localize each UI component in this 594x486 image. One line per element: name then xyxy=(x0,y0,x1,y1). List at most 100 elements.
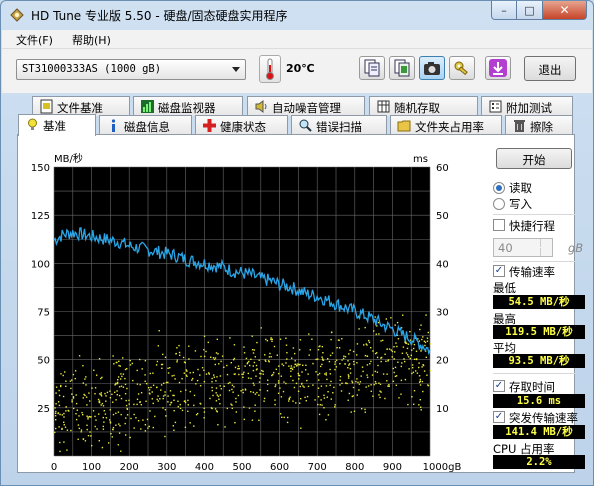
minimize-button[interactable]: – xyxy=(491,1,517,20)
access-time-point xyxy=(258,359,260,361)
access-time-point xyxy=(183,372,185,374)
access-time-point xyxy=(329,368,331,371)
access-time-point xyxy=(122,357,124,359)
access-time-point xyxy=(192,371,194,374)
tab-extra-tests[interactable]: 附加测试 xyxy=(481,96,573,116)
access-time-point xyxy=(406,354,409,356)
access-time-point xyxy=(344,363,346,365)
copy-text-button[interactable] xyxy=(359,56,385,80)
access-time-point xyxy=(312,384,314,386)
spin-down-icon[interactable] xyxy=(540,248,552,256)
read-radio[interactable] xyxy=(493,182,505,194)
access-time-point xyxy=(88,392,90,394)
tab-folder-usage[interactable]: 文件夹占用率 xyxy=(390,115,502,135)
access-time-point xyxy=(150,386,152,389)
exit-button[interactable]: 退出 xyxy=(524,56,576,81)
access-time-point xyxy=(126,407,128,410)
write-radio[interactable] xyxy=(493,198,505,210)
access-time-point xyxy=(334,363,336,365)
access-time-point xyxy=(339,384,341,386)
tab-benchmark[interactable]: 基准 xyxy=(18,114,96,136)
drive-select[interactable]: ST31000333AS (1000 gB) xyxy=(16,59,246,80)
access-time-point xyxy=(91,387,93,389)
access-time-point xyxy=(375,333,377,335)
access-time-point xyxy=(213,358,216,361)
access-time-point xyxy=(370,347,372,349)
access-time-point xyxy=(240,390,242,392)
access-time-point xyxy=(427,331,429,334)
transfer-rate-checkbox[interactable]: ✓ xyxy=(493,265,505,277)
access-time-point xyxy=(227,382,230,385)
tab-disk-info[interactable]: 磁盘信息 xyxy=(99,115,192,135)
access-time-point xyxy=(223,366,225,368)
tab-noise-management[interactable]: 自动噪音管理 xyxy=(247,96,365,116)
access-time-point xyxy=(325,385,328,387)
access-time-point xyxy=(157,345,159,347)
title-bar[interactable]: HD Tune 专业版 5.50 - 硬盘/固态硬盘实用程序 – □ ✕ xyxy=(1,1,593,29)
access-time-point xyxy=(254,404,256,406)
access-time-point xyxy=(419,328,421,331)
access-time-point xyxy=(219,375,222,377)
menu-help[interactable]: 帮助(H) xyxy=(72,32,111,48)
access-time-point xyxy=(120,385,123,387)
access-time-point xyxy=(288,400,290,402)
access-time-checkbox[interactable]: ✓ xyxy=(493,380,505,392)
access-time-point xyxy=(133,427,135,429)
quick-stroke-checkbox[interactable] xyxy=(493,219,505,231)
access-time-point xyxy=(193,394,196,397)
access-time-point xyxy=(290,375,292,377)
access-time-point xyxy=(100,395,103,397)
access-time-point xyxy=(280,396,283,398)
access-time-point xyxy=(237,368,239,370)
access-time-point xyxy=(318,345,320,348)
access-time-point xyxy=(411,396,413,398)
tab-erase[interactable]: 擦除 xyxy=(505,115,573,135)
burst-rate-checkbox[interactable]: ✓ xyxy=(493,411,505,423)
access-time-point xyxy=(423,370,426,372)
access-time-point xyxy=(299,349,301,351)
access-time-point xyxy=(125,399,127,402)
access-time-point xyxy=(271,374,273,377)
menu-file[interactable]: 文件(F) xyxy=(16,32,53,48)
access-time-point xyxy=(215,380,217,382)
access-time-point xyxy=(71,399,73,401)
quick-stroke-input[interactable]: 40 xyxy=(493,238,553,257)
access-time-point xyxy=(243,406,245,408)
access-time-point xyxy=(105,395,107,397)
start-button[interactable]: 开始 xyxy=(496,148,572,169)
access-time-point xyxy=(299,385,301,388)
access-time-point xyxy=(152,372,154,374)
access-time-point xyxy=(286,358,288,360)
access-time-point xyxy=(299,402,301,404)
tab-disk-monitor[interactable]: 磁盘监视器 xyxy=(133,96,243,116)
tab-label: 附加测试 xyxy=(506,101,552,115)
access-time-point xyxy=(76,409,78,411)
access-time-point xyxy=(220,388,222,390)
x-tick-label: 200 xyxy=(120,462,139,473)
tab-random-access[interactable]: 随机存取 xyxy=(369,96,478,116)
access-time-point xyxy=(268,356,271,358)
spin-up-icon[interactable] xyxy=(540,239,552,247)
options-button[interactable] xyxy=(449,56,475,80)
access-time-point xyxy=(280,375,282,377)
access-time-point xyxy=(339,379,341,381)
maximize-button[interactable]: □ xyxy=(517,1,543,20)
access-time-point xyxy=(307,385,310,388)
noise-management-icon xyxy=(255,100,267,113)
screenshot-button[interactable] xyxy=(419,56,445,80)
close-button[interactable]: ✕ xyxy=(543,1,587,20)
copy-info-button[interactable] xyxy=(389,56,415,80)
access-time-point xyxy=(295,402,297,404)
save-button[interactable] xyxy=(485,56,511,80)
tab-health[interactable]: 健康状态 xyxy=(195,115,288,135)
access-time-point xyxy=(252,369,255,372)
access-time-point xyxy=(242,373,244,375)
tab-file-benchmark[interactable]: 文件基准 xyxy=(32,96,130,116)
access-time-point xyxy=(77,438,79,440)
tab-error-scan[interactable]: 错误扫描 xyxy=(291,115,387,135)
access-time-point xyxy=(317,358,319,360)
access-time-point xyxy=(87,416,89,419)
chart-svg: MB/秒 ms 0 100 200 300 400 500 600 700 800 900 1000… xyxy=(31,152,462,473)
access-time-point xyxy=(251,349,254,351)
access-time-point xyxy=(429,343,432,345)
